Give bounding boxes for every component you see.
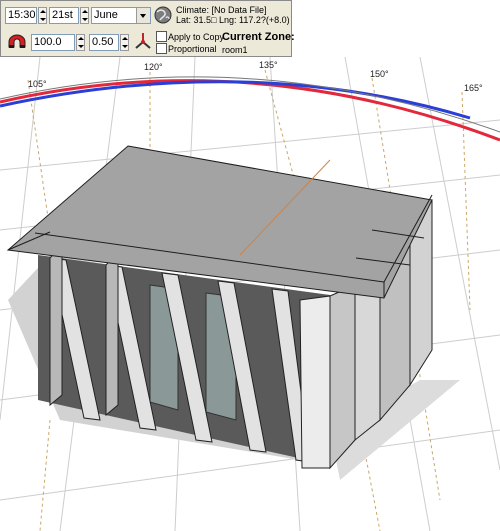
3d-viewport[interactable]: 105° 120° 135° 150° 165° — [0, 57, 500, 531]
sun-label-135: 135° — [259, 60, 278, 70]
month-select[interactable]: June — [91, 7, 151, 24]
time-field[interactable]: 15:30 — [5, 7, 37, 24]
factor-spinner[interactable] — [120, 34, 129, 51]
sun-label-120: 120° — [144, 62, 163, 72]
magnet-icon[interactable] — [6, 33, 28, 51]
scene: 105° 120° 135° 150° 165° — [0, 57, 500, 531]
winter-sun-path — [0, 80, 471, 120]
toolbar: 15:30 21st June Climate: [No Data File] … — [0, 0, 295, 57]
apply-to-copy-label: Apply to Copy — [168, 32, 225, 42]
sun-label-105: 105° — [28, 79, 47, 89]
proportional-checkbox[interactable] — [156, 43, 167, 54]
longitude-label: Lng: 117.2?(+8.0) — [219, 15, 290, 25]
day-field[interactable]: 21st — [49, 7, 79, 24]
month-value: June — [94, 9, 118, 21]
climate-label: Climate: [No Data File] — [176, 5, 267, 15]
current-zone-value: room1 — [222, 45, 248, 55]
scale-spinner[interactable] — [76, 34, 85, 51]
sun-label-150: 150° — [370, 69, 389, 79]
current-zone-label: Current Zone: — [222, 31, 295, 43]
latitude-label: Lat: 31.5□ — [176, 15, 217, 25]
chevron-down-icon[interactable] — [136, 8, 150, 23]
sun-label-165: 165° — [464, 83, 483, 93]
proportional-label: Proportional — [168, 44, 217, 54]
scale-field[interactable]: 100.0 — [31, 34, 75, 51]
summer-sun-path — [0, 79, 500, 142]
globe-icon[interactable] — [154, 6, 172, 24]
day-spinner[interactable] — [80, 7, 89, 24]
time-spinner[interactable] — [38, 7, 47, 24]
axes-icon[interactable] — [133, 31, 153, 51]
apply-to-copy-checkbox[interactable] — [156, 31, 167, 42]
factor-field[interactable]: 0.50 — [89, 34, 119, 51]
